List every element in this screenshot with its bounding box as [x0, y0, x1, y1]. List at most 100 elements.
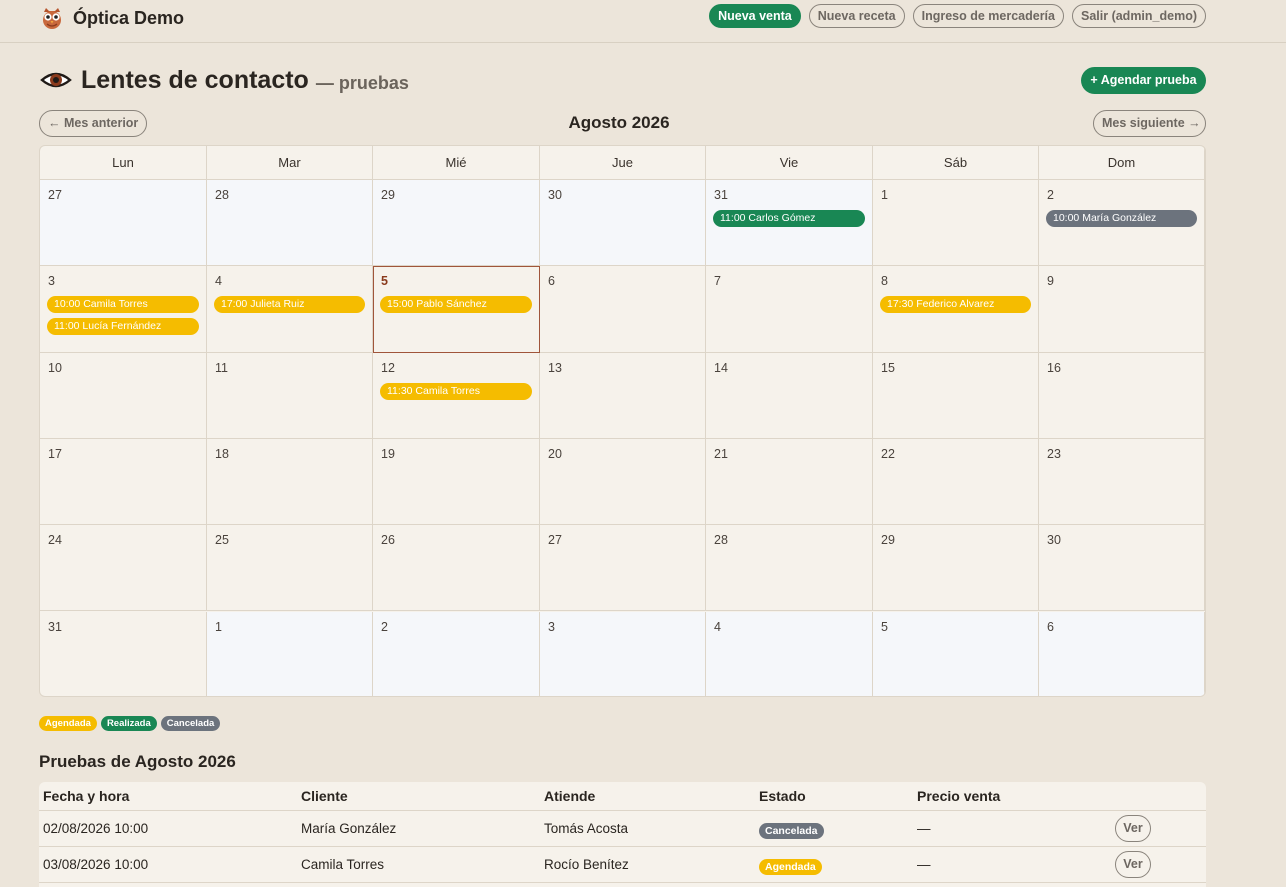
- day-cell[interactable]: 1: [207, 611, 373, 696]
- day-cell[interactable]: 3: [540, 611, 706, 696]
- day-cell[interactable]: 8 17:30 Federico Alvarez: [873, 266, 1039, 353]
- day-cell[interactable]: 22: [873, 438, 1039, 526]
- day-cell[interactable]: 18: [207, 438, 373, 526]
- calendar-event[interactable]: 11:00 Carlos Gómez: [713, 210, 865, 227]
- legend-badge-realizada: Realizada: [100, 716, 157, 731]
- day-number: 9: [1047, 274, 1054, 289]
- day-cell[interactable]: 23: [1039, 438, 1205, 526]
- status-badge: Cancelada: [759, 823, 824, 839]
- legend-badge-cancelada: Cancelada: [160, 716, 221, 731]
- table-title: Pruebas de Agosto 2026: [39, 752, 236, 771]
- day-cell[interactable]: 17: [40, 438, 207, 526]
- next-month-button[interactable]: Mes siguiente →: [1093, 110, 1206, 137]
- weekday-header: Sáb: [873, 146, 1039, 180]
- day-cell[interactable]: 2 10:00 María González: [1039, 180, 1205, 267]
- column-header: Fecha y hora: [43, 788, 130, 804]
- day-cell[interactable]: 5: [873, 611, 1039, 696]
- weekday-header: Mié: [373, 146, 540, 180]
- day-number: 17: [48, 446, 62, 461]
- view-button[interactable]: Ver: [1115, 851, 1151, 878]
- add-test-button[interactable]: + Agendar prueba: [1081, 67, 1206, 94]
- app-name: Óptica Demo: [73, 7, 185, 28]
- calendar-event[interactable]: 17:00 Julieta Ruiz: [214, 296, 365, 314]
- day-cell[interactable]: 12 11:30 Camila Torres: [373, 352, 540, 439]
- day-cell[interactable]: 29: [373, 180, 540, 267]
- month-title: Agosto 2026: [568, 113, 670, 132]
- day-number: 13: [548, 360, 562, 375]
- day-cell[interactable]: 2: [373, 611, 540, 696]
- calendar-event[interactable]: 15:00 Pablo Sánchez: [380, 296, 532, 314]
- day-cell[interactable]: 31: [40, 611, 207, 696]
- day-cell[interactable]: 4: [706, 611, 873, 696]
- day-number: 6: [1047, 619, 1054, 634]
- page-subtitle: — pruebas: [315, 72, 409, 93]
- day-cell[interactable]: 24: [40, 525, 207, 612]
- status-badge: Agendada: [759, 859, 822, 875]
- new-prescription-button[interactable]: Nueva receta: [808, 4, 905, 28]
- brand[interactable]: Óptica Demo: [40, 4, 184, 32]
- day-cell[interactable]: 28: [207, 180, 373, 267]
- view-button[interactable]: Ver: [1115, 815, 1151, 842]
- day-number: 21: [714, 446, 728, 461]
- day-cell[interactable]: 13: [540, 352, 706, 439]
- merchandise-intake-button[interactable]: Ingreso de mercadería: [912, 4, 1064, 28]
- calendar-event[interactable]: 11:00 Lucía Fernández: [47, 318, 199, 336]
- day-number: 1: [881, 188, 888, 202]
- day-cell[interactable]: 6: [540, 266, 706, 353]
- day-number: 20: [548, 446, 562, 461]
- day-number: 31: [714, 188, 728, 202]
- day-number: 27: [548, 533, 562, 548]
- day-number: 3: [48, 274, 55, 289]
- eye-icon: [40, 72, 72, 88]
- day-cell[interactable]: 9: [1039, 266, 1205, 353]
- row-staff: Rocío Benítez: [544, 857, 629, 872]
- day-cell[interactable]: 1: [873, 180, 1039, 267]
- day-cell[interactable]: 11: [207, 352, 373, 439]
- calendar-event[interactable]: 17:30 Federico Alvarez: [880, 296, 1031, 314]
- day-cell[interactable]: 31 11:00 Carlos Gómez: [706, 180, 873, 267]
- tests-table: Fecha y hora Cliente Atiende Estado Precio v…: [39, 782, 1206, 887]
- day-number: 1: [215, 619, 222, 634]
- day-cell[interactable]: 21: [706, 438, 873, 526]
- day-cell[interactable]: 30: [540, 180, 706, 267]
- day-number: 6: [548, 274, 555, 289]
- day-number: 18: [215, 446, 229, 461]
- day-number: 10: [48, 360, 62, 375]
- day-number: 22: [881, 446, 895, 461]
- day-cell[interactable]: 3 10:00 Camila Torres 11:00 Lucía Fernánde…: [40, 266, 207, 353]
- owl-logo-icon: [43, 8, 61, 29]
- day-cell[interactable]: 16: [1039, 352, 1205, 439]
- logout-button[interactable]: Salir (admin_demo): [1072, 4, 1206, 28]
- day-number: 29: [881, 533, 895, 548]
- calendar-event[interactable]: 11:30 Camila Torres: [380, 382, 532, 400]
- day-cell[interactable]: 7: [706, 266, 873, 353]
- day-cell[interactable]: 27: [40, 180, 207, 267]
- day-cell[interactable]: 29: [873, 525, 1039, 612]
- calendar-event[interactable]: 10:00 Camila Torres: [47, 296, 199, 314]
- day-number: 14: [714, 360, 728, 375]
- day-cell[interactable]: 14: [706, 352, 873, 439]
- day-cell[interactable]: 28: [706, 525, 873, 612]
- page-title-text: Lentes de contacto: [81, 65, 309, 94]
- prev-month-button[interactable]: ← Mes anterior: [39, 110, 148, 137]
- day-cell[interactable]: 4 17:00 Julieta Ruiz: [207, 266, 373, 353]
- day-cell[interactable]: 5 15:00 Pablo Sánchez: [373, 266, 540, 353]
- day-cell[interactable]: 20: [540, 438, 706, 526]
- calendar-event[interactable]: 10:00 María González: [1046, 210, 1197, 227]
- row-status: Cancelada: [759, 822, 824, 839]
- day-cell[interactable]: 30: [1039, 525, 1205, 612]
- day-cell[interactable]: 27: [540, 525, 706, 612]
- day-cell[interactable]: 6: [1039, 611, 1205, 696]
- day-cell[interactable]: 26: [373, 525, 540, 612]
- day-cell[interactable]: 15: [873, 352, 1039, 439]
- new-sale-button[interactable]: Nueva venta: [709, 4, 801, 28]
- day-cell[interactable]: 25: [207, 525, 373, 612]
- weekday-header: Lun: [40, 146, 207, 180]
- row-datetime: 03/08/2026 10:00: [43, 857, 149, 872]
- table-header-row: Fecha y hora Cliente Atiende Estado Precio v…: [39, 782, 1206, 811]
- day-number: 28: [215, 188, 229, 202]
- day-cell[interactable]: 19: [373, 438, 540, 526]
- day-cell[interactable]: 10: [40, 352, 207, 439]
- day-number: 26: [381, 533, 395, 548]
- column-header: Atiende: [544, 788, 596, 804]
